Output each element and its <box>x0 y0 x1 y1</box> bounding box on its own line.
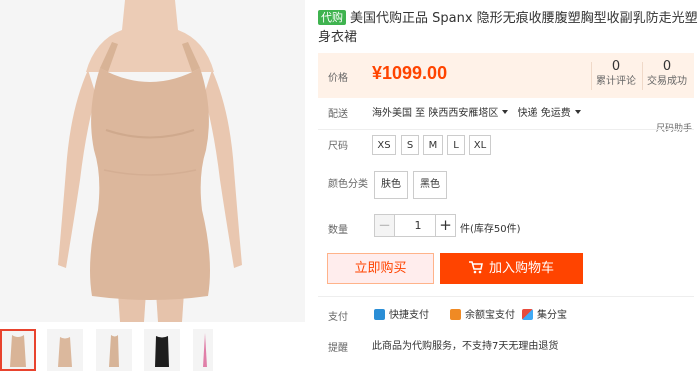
payment-method-label: 余额宝支付 <box>465 310 515 321</box>
buy-now-button[interactable]: 立即购买 <box>327 253 434 284</box>
reviews-label: 累计评论 <box>596 76 636 87</box>
price-value: ¥1099.00 <box>372 63 448 83</box>
price-label: 价格 <box>328 73 348 84</box>
payment-label: 支付 <box>328 312 348 323</box>
product-title-row: 代购 美国代购正品 Spanx 隐形无痕收腰腹塑胸型收副乳防走光塑身衣裙 <box>318 9 700 47</box>
shapewear-dress-image <box>0 0 305 322</box>
color-option-skin[interactable]: 肤色 <box>374 171 408 199</box>
thumbnail-3[interactable] <box>96 329 132 371</box>
thumbnail-2[interactable] <box>47 329 83 371</box>
sales-stat: 0 交易成功 <box>642 59 692 89</box>
chevron-down-icon <box>502 110 509 114</box>
payment-method-quick: 快捷支付 <box>374 306 429 321</box>
product-info-panel: 代购 美国代购正品 Spanx 隐形无痕收腰腹塑胸型收副乳防走光塑身衣裙 价格 ¥… <box>318 0 700 371</box>
main-product-image[interactable] <box>0 0 305 322</box>
reminder-text: 此商品为代购服务，不支持7天无理由退货 <box>372 341 559 352</box>
payment-method-label: 快捷支付 <box>389 310 429 321</box>
cart-icon <box>468 261 483 274</box>
color-label: 颜色分类 <box>328 179 368 190</box>
payment-method-label: 集分宝 <box>537 310 567 321</box>
thumbnail-strip <box>0 329 305 371</box>
size-option-xl[interactable]: XL <box>469 135 491 155</box>
shipping-method: 快递 免运费 <box>517 108 571 119</box>
section-divider <box>318 296 694 297</box>
chevron-down-icon <box>574 110 581 114</box>
add-to-cart-label: 加入购物车 <box>488 261 554 276</box>
product-title: 美国代购正品 Spanx 隐形无痕收腰腹塑胸型收副乳防走光塑身衣裙 <box>318 11 698 45</box>
payment-method-yuebao: 余额宝支付 <box>450 306 515 321</box>
yuebao-icon <box>450 309 461 320</box>
quick-pay-icon <box>374 309 385 320</box>
shipping-label: 配送 <box>328 109 348 120</box>
add-to-cart-button[interactable]: 加入购物车 <box>440 253 583 284</box>
size-helper-link[interactable]: 尺码助手 <box>656 121 692 134</box>
size-option-s[interactable]: S <box>401 135 419 155</box>
jifenbao-icon <box>522 309 533 320</box>
thumbnail-5[interactable] <box>193 329 213 371</box>
quantity-label: 数量 <box>328 225 348 236</box>
shipping-destination-select[interactable]: 陕西西安雁塔区 <box>428 108 514 119</box>
reviews-stat[interactable]: 0 累计评论 <box>591 59 641 89</box>
shipping-method-select[interactable]: 快递 免运费 <box>518 108 587 119</box>
shipping-destination: 陕西西安雁塔区 <box>428 108 499 119</box>
thumbnail-4[interactable] <box>144 329 180 371</box>
reminder-label: 提醒 <box>328 343 348 354</box>
size-option-l[interactable]: L <box>447 135 465 155</box>
quantity-increase-button[interactable]: + <box>435 214 456 237</box>
shipping-info: 海外美国 至 陕西西安雁塔区 快递 免运费 <box>372 104 587 119</box>
sales-label: 交易成功 <box>647 76 687 87</box>
quantity-decrease-button[interactable]: − <box>374 214 395 237</box>
section-divider <box>318 129 694 130</box>
product-gallery <box>0 0 305 371</box>
color-option-black[interactable]: 黑色 <box>413 171 447 199</box>
size-option-xs[interactable]: XS <box>372 135 396 155</box>
price-box: 价格 ¥1099.00 0 累计评论 0 交易成功 <box>318 53 694 98</box>
shipping-from: 海外美国 至 <box>372 108 426 119</box>
payment-method-jifenbao: 集分宝 <box>522 306 567 321</box>
daigou-badge: 代购 <box>318 10 346 25</box>
stock-info: 件(库存50件) <box>460 224 521 235</box>
sales-count: 0 <box>662 59 672 74</box>
size-option-m[interactable]: M <box>423 135 443 155</box>
thumbnail-1[interactable] <box>0 329 36 371</box>
size-label: 尺码 <box>328 141 348 152</box>
reviews-count: 0 <box>611 59 621 74</box>
